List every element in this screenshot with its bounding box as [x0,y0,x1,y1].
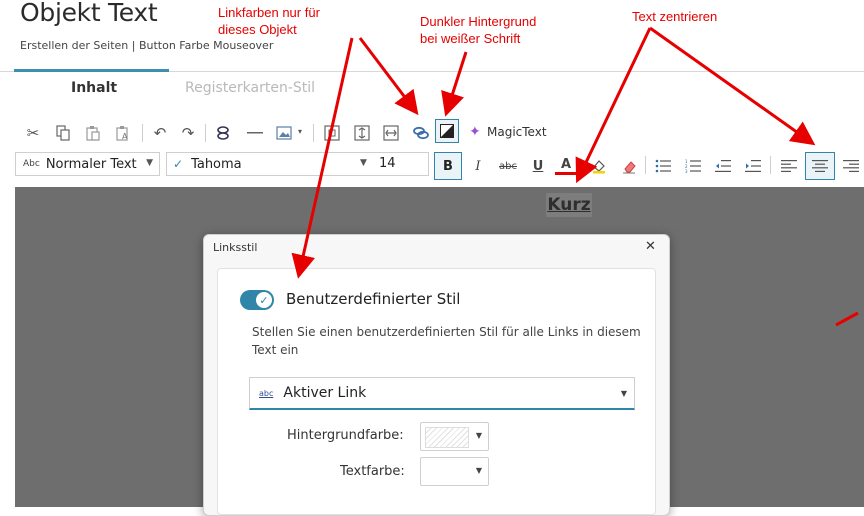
annotation-note-2: Dunkler Hintergrund bei weißer Schrift [420,13,536,47]
annotation-note-2-line-1: Dunkler Hintergrund [420,14,537,29]
annotation-note-1-line-1: Linkfarben nur für [218,5,320,20]
annotation-note-3: Text zentrieren [632,8,717,25]
annotation-note-3-line-1: Text zentrieren [632,9,718,24]
arrow-to-link-style [358,37,419,116]
annotation-arrows [291,26,859,327]
arrow-fragment [835,311,859,327]
annotation-note-1-line-2: dieses Objekt [218,22,297,37]
arrow-to-align-center [649,26,816,146]
annotation-note-2-line-2: bei weißer Schrift [420,31,521,46]
arrow-to-kurz [575,27,652,184]
annotation-note-1: Linkfarben nur für dieses Objekt [218,4,320,38]
arrow-to-dark-background [441,51,468,117]
arrow-to-custom-style [291,37,354,279]
